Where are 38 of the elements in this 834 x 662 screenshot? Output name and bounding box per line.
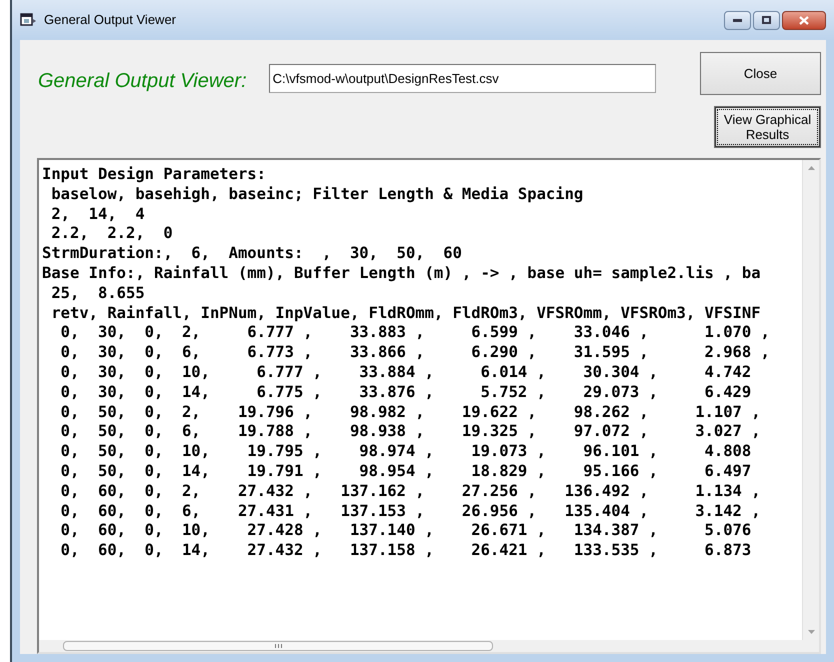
output-line: 0, 30, 0, 14, 6.775 , 33.876 , 5.752 , 29.073 , 6.429 — [60, 382, 752, 403]
output-line: 0, 30, 0, 2, 6.777 , 33.883 , 6.599 , 33.046 , 1.070 , — [60, 323, 770, 344]
maximize-icon — [762, 16, 771, 24]
output-line: 0, 60, 0, 14, 27.432 , 137.158 , 26.421 , 133.535 , 6.873 — [60, 541, 752, 561]
vertical-scrollbar[interactable] — [802, 160, 819, 640]
output-line: 0, 50, 0, 6, 19.788 , 98.938 , 19.325 , 97.072 , 3.027 , — [60, 422, 761, 442]
maximize-button[interactable] — [753, 10, 780, 30]
output-line: StrmDuration:, 6, Amounts: , 30, 50, 60 — [42, 244, 462, 264]
output-line: 0, 30, 0, 6, 6.773 , 33.866 , 6.290 , 31.595 , 2.968 , — [60, 343, 770, 363]
scrollbar-thumb[interactable] — [63, 641, 493, 651]
view-graphical-results-button[interactable]: View Graphical Results — [714, 106, 821, 148]
output-line: 0, 50, 0, 10, 19.795 , 98.974 , 19.073 , 96.101 , 4.808 — [60, 442, 752, 462]
output-line: 0, 60, 0, 10, 27.428 , 137.140 , 26.671 , 134.387 , 5.076 — [60, 521, 752, 542]
minimize-icon — [733, 18, 742, 22]
horizontal-scrollbar[interactable] — [39, 640, 819, 652]
close-window-button[interactable] — [782, 10, 826, 30]
grip-icon — [274, 644, 282, 648]
output-line: retv, Rainfall, InPNum, InpValue, FldROmm, FldROm3, VFSROmm, VFSROm3, VFSINF — [50, 304, 761, 324]
window-title: General Output Viewer — [44, 11, 176, 30]
output-line: 0, 30, 0, 10, 6.777 , 33.884 , 6.014 , 30.304 , 4.742 — [60, 362, 752, 383]
app-icon — [20, 13, 36, 27]
output-line: 2, 14, 4 — [50, 204, 145, 224]
output-line: 0, 60, 0, 2, 27.432 , 137.162 , 27.256 , 136.492 , 1.134 , — [60, 482, 761, 502]
output-line: 0, 50, 0, 2, 19.796 , 98.982 , 19.622 , 98.262 , 1.107 , — [60, 402, 761, 422]
output-line: 2.2, 2.2, 0 — [50, 224, 173, 244]
file-path-field[interactable]: C:\vfsmod-w\output\DesignResTest.csv — [268, 64, 656, 93]
scroll-down-arrow-icon — [808, 630, 814, 634]
minimize-button[interactable] — [724, 10, 751, 30]
close-button[interactable]: Close — [700, 52, 821, 95]
output-line: 0, 50, 0, 14, 19.791 , 98.954 , 18.829 , 95.166 , 6.497 — [60, 462, 752, 482]
output-line: Base Info:, Rainfall (mm), Buffer Length (m) , -> , base uh= sample2.lis , ba — [42, 264, 761, 284]
scroll-up-arrow-icon — [808, 166, 814, 170]
output-line: 25, 8.655 — [50, 284, 145, 304]
output-line: baselow, basehigh, baseinc; Filter Length & Media Spacing — [50, 184, 584, 205]
output-line: Input Design Parameters: — [42, 165, 266, 185]
close-icon — [799, 16, 809, 24]
output-line: 0, 60, 0, 6, 27.431 , 137.153 , 26.956 , 135.404 , 3.142 , — [60, 502, 761, 522]
viewer-heading: General Output Viewer: — [38, 69, 247, 94]
